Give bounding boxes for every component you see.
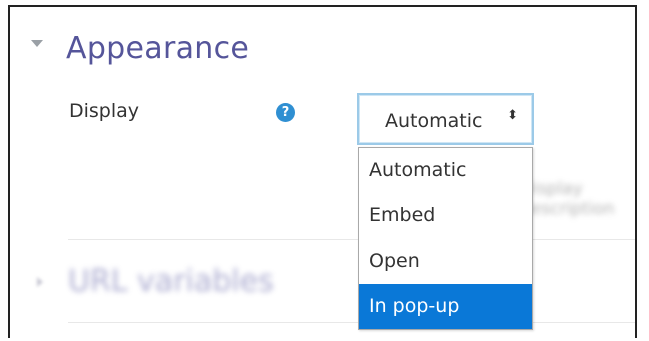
select-arrows-icon: ⬍: [507, 108, 518, 123]
dropdown-option-automatic[interactable]: Automatic: [359, 148, 532, 193]
help-icon[interactable]: ?: [276, 103, 295, 122]
display-dropdown-list[interactable]: Automatic Embed Open In pop-up: [358, 147, 533, 330]
section-divider: [68, 239, 635, 240]
display-description-blurred: Display description: [520, 179, 615, 219]
display-select[interactable]: Automatic ⬍: [357, 93, 534, 145]
section-title-appearance[interactable]: Appearance: [66, 29, 249, 69]
section-divider: [68, 322, 635, 323]
display-select-value: Automatic: [385, 110, 483, 132]
dropdown-option-in-pop-up[interactable]: In pop-up: [359, 284, 532, 329]
expand-toggle-icon[interactable]: [37, 277, 43, 287]
section-title-url-variables[interactable]: URL variables: [68, 264, 274, 299]
dropdown-option-embed[interactable]: Embed: [359, 193, 532, 238]
collapse-toggle-icon[interactable]: [31, 40, 43, 47]
dropdown-option-open[interactable]: Open: [359, 239, 532, 284]
display-field-label: Display: [69, 100, 140, 122]
settings-panel: Appearance Display ? Automatic ⬍ Display…: [8, 5, 637, 338]
